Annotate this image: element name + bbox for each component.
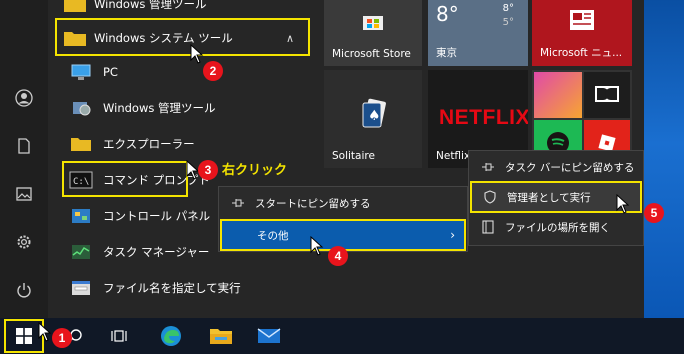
highlight-system-tools <box>55 18 310 56</box>
app-item-windows-admin-tools[interactable]: Windows 管理ツール <box>48 90 314 126</box>
settings-gear-icon[interactable] <box>12 230 36 254</box>
step-badge: 3 <box>198 160 218 180</box>
app-item-label: Windows 管理ツール <box>103 101 216 115</box>
app-folder-label: Windows 管理ツール <box>94 0 207 11</box>
mouse-cursor-icon <box>190 44 204 64</box>
admin-tools-icon <box>68 97 94 119</box>
tile-microsoft-store[interactable]: Microsoft Store <box>324 0 422 66</box>
dolby-icon <box>584 72 630 118</box>
app-item-run[interactable]: ファイル名を指定して実行 <box>48 270 314 306</box>
mouse-cursor-icon <box>38 322 52 342</box>
screen: Windows 管理ツール Windows システム ツール ∧ PC Wind… <box>0 0 684 354</box>
step-badge: 2 <box>203 61 223 81</box>
solitaire-icon: ♠ <box>362 98 386 128</box>
menu-item-label: スタートにピン留めする <box>255 197 371 210</box>
step-badge: 4 <box>328 246 348 266</box>
pin-icon <box>481 160 495 174</box>
start-left-rail <box>0 0 48 318</box>
netflix-logo: NETFLIX <box>439 106 528 129</box>
tile-label: Microsoft ニュ... <box>540 47 623 59</box>
tile-solitaire[interactable]: ♠ Solitaire <box>324 70 422 168</box>
edge-browser-icon[interactable] <box>154 322 188 350</box>
app-item-label: PC <box>103 65 118 79</box>
file-explorer-icon[interactable] <box>204 322 238 350</box>
start-menu: Windows 管理ツール Windows システム ツール ∧ PC Wind… <box>0 0 644 318</box>
store-icon <box>363 16 383 30</box>
mouse-cursor-icon <box>616 194 630 214</box>
app-item-label: ファイル名を指定して実行 <box>103 281 241 295</box>
step-badge: 5 <box>644 203 664 223</box>
right-click-annotation: 右クリック <box>222 163 288 178</box>
mail-icon[interactable] <box>252 322 286 350</box>
tile-label: Microsoft Store <box>332 48 411 60</box>
app-item-label: タスク マネージャー <box>103 245 210 259</box>
tile-label: Solitaire <box>332 150 375 162</box>
pin-icon <box>231 196 245 210</box>
highlight-more <box>220 219 466 251</box>
desktop-wallpaper <box>644 0 684 318</box>
candy-crush-icon <box>534 72 582 118</box>
task-view-icon[interactable] <box>102 322 136 350</box>
app-item-label: エクスプローラー <box>103 137 195 151</box>
tile-label: Netflix <box>436 150 471 162</box>
weather-high: 8° <box>502 3 514 14</box>
menu-item-pin-to-start[interactable]: スタートにピン留めする <box>219 189 467 217</box>
menu-item-label: ファイルの場所を開く <box>505 221 610 234</box>
user-icon[interactable] <box>12 86 36 110</box>
app-item-explorer[interactable]: エクスプローラー <box>48 126 314 162</box>
power-icon[interactable] <box>12 278 36 302</box>
tile-microsoft-news[interactable]: Microsoft ニュ... <box>532 0 632 66</box>
weather-temp: 8° <box>436 2 459 26</box>
taskbar <box>0 318 684 354</box>
news-icon <box>570 10 594 30</box>
tile-label: 東京 <box>436 47 457 59</box>
context-menu-primary: スタートにピン留めする その他 › <box>218 186 468 252</box>
weather-low: 5° <box>502 17 514 28</box>
highlight-command-prompt <box>62 161 188 197</box>
run-icon <box>68 277 94 299</box>
folder-icon <box>62 0 88 15</box>
tile-weather[interactable]: 8° 8° 5° 東京 <box>428 0 528 66</box>
documents-icon[interactable] <box>12 134 36 158</box>
app-item-label: コントロール パネル <box>103 209 211 223</box>
task-manager-icon <box>68 241 94 263</box>
step-badge: 1 <box>52 328 72 348</box>
menu-item-pin-to-taskbar[interactable]: タスク バーにピン留めする <box>469 153 643 181</box>
pictures-icon[interactable] <box>12 182 36 206</box>
folder-open-icon <box>481 220 495 234</box>
control-panel-icon <box>68 205 94 227</box>
mouse-cursor-icon <box>310 236 324 256</box>
folder-icon <box>68 133 94 155</box>
menu-item-label: タスク バーにピン留めする <box>505 161 635 174</box>
menu-item-open-file-location[interactable]: ファイルの場所を開く <box>469 213 643 241</box>
svg-text:♠: ♠ <box>368 108 381 124</box>
pc-icon <box>68 61 94 83</box>
windows-logo-icon <box>16 328 32 344</box>
app-item-pc[interactable]: PC <box>48 54 314 90</box>
